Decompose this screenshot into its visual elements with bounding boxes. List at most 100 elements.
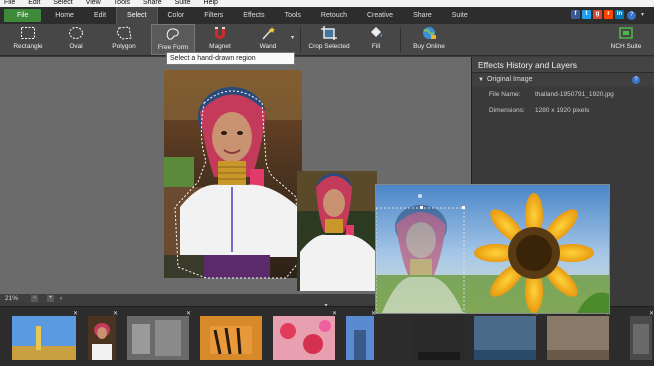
twitter-icon[interactable]: t [582,10,591,19]
thumbnail-10[interactable]: ✕ [630,311,654,360]
thumbnail-9[interactable]: ✕ [547,311,611,360]
tab-select[interactable]: Select [116,7,158,24]
rectangle-button[interactable]: Rectangle [8,24,48,55]
magnet-icon [215,27,225,39]
polygon-select-icon [116,26,132,40]
polygon-label: Polygon [112,43,136,50]
thumbnail-7[interactable] [414,316,464,360]
menu-share[interactable]: Share [143,0,162,6]
tab-edit[interactable]: Edit [84,7,116,24]
scroll-left-icon[interactable]: ‹ [60,294,62,303]
polygon-button[interactable]: Polygon [104,24,144,55]
nch-suite-icon [619,27,633,39]
select-toolbar: Rectangle Oval Polygon Free Form Magnet … [0,24,654,56]
tab-color[interactable]: Color [158,7,195,24]
file-name-row: File Name: thailand-1950791_1920.jpg [472,87,654,103]
rectangle-label: Rectangle [13,43,43,50]
toolbar-divider [400,27,401,52]
tab-home[interactable]: Home [45,7,84,24]
thumbnail-1[interactable]: ✕ [12,311,78,360]
thumbnail-3[interactable]: ✕ [127,311,191,360]
tab-share[interactable]: Share [403,7,442,24]
thumbnail-2[interactable]: ✕ [88,311,118,360]
magnet-button[interactable]: Magnet [200,24,240,55]
menu-help[interactable]: Help [204,0,218,6]
tab-creative[interactable]: Creative [357,7,403,24]
photo-editor-window: File Edit Select View Tools Share Suite … [0,0,654,366]
paint-bucket-icon [371,27,383,37]
buy-online-button[interactable]: Buy Online [405,24,453,55]
expand-triangle-icon[interactable]: ▼ [478,77,484,83]
fill-label: Fill [371,43,381,50]
nch-suite-label: NCH Suite [610,43,642,50]
tab-tools[interactable]: Tools [275,7,311,24]
dimensions-row: Dimensions: 1280 x 1920 pixels [472,103,654,119]
wand-dropdown-icon[interactable]: ▾ [291,34,294,41]
tab-file[interactable]: File [4,9,42,22]
linkedin-icon[interactable]: in [615,10,624,19]
help-icon[interactable]: ? [627,11,636,20]
original-image-node[interactable]: ▼ Original Image ? [472,73,654,87]
chevron-down-icon[interactable]: ▾ [641,11,644,18]
tooltip: Select a hand-drawn region [166,52,295,65]
close-icon[interactable]: ✕ [113,310,118,317]
nch-suite-button[interactable]: NCH Suite [604,24,648,55]
dimensions-label: Dimensions: [489,107,525,114]
dimensions-value: 1280 x 1920 pixels [535,107,590,114]
ribbon-tab-bar: File Home Edit Select Color Filters Effe… [0,7,654,24]
thumbnail-6[interactable]: ✕ [346,311,376,360]
overlay-composite [376,185,609,313]
buy-online-label: Buy Online [413,43,445,50]
free-form-button[interactable]: Free Form [151,24,195,55]
menu-suite[interactable]: Suite [175,0,191,6]
close-icon[interactable]: ✕ [649,310,654,317]
magnet-label: Magnet [209,43,231,50]
panel-title: Effects History and Layers [472,57,654,73]
zoom-out-button[interactable]: − [31,295,38,302]
file-name-value: thailand-1950791_1920.jpg [535,91,614,98]
menu-select[interactable]: Select [53,0,72,6]
wand-label: Wand [259,43,277,50]
google-icon[interactable]: g [593,10,602,19]
free-form-label: Free Form [157,44,189,51]
floating-image-layer[interactable] [375,184,610,314]
main-photo [164,70,302,279]
tab-effects[interactable]: Effects [233,7,274,24]
image-filmstrip: ✕ ✕ ✕ ✕ ✕ ✕ ✕ ✕ [0,306,654,366]
crop-selected-button[interactable]: Crop Selected [306,24,352,55]
menu-file[interactable]: File [4,0,15,6]
original-image-label: Original Image [486,76,533,83]
thumbnail-4[interactable] [200,316,262,360]
thumbnail-8[interactable]: ✕ [474,311,538,360]
rectangle-select-icon [21,27,35,39]
facebook-icon[interactable]: f [571,10,580,19]
second-photo [297,171,377,291]
close-icon[interactable]: ✕ [73,310,78,317]
wand-button[interactable]: Wand [248,24,288,55]
oval-button[interactable]: Oval [56,24,96,55]
tab-retouch[interactable]: Retouch [311,7,357,24]
oval-select-icon [69,27,83,39]
toolbar-divider [300,27,301,52]
free-form-select-icon [166,28,179,40]
menu-edit[interactable]: Edit [28,0,40,6]
zoom-in-button[interactable]: + [47,295,54,302]
thumbnail-5[interactable]: ✕ [273,311,337,360]
help-icon[interactable]: ? [632,76,640,84]
tab-suite[interactable]: Suite [442,7,478,24]
close-icon[interactable]: ✕ [186,310,191,317]
social-links: f t g r in [571,10,624,19]
menu-tools[interactable]: Tools [114,0,130,6]
file-name-label: File Name: [489,91,521,98]
zoom-level: 21% [5,295,19,302]
close-icon[interactable]: ✕ [332,310,337,317]
menu-view[interactable]: View [86,0,101,6]
tab-filters[interactable]: Filters [194,7,233,24]
menu-bar: File Edit Select View Tools Share Suite … [0,0,654,7]
crop-icon [321,26,337,40]
reddit-icon[interactable]: r [604,10,613,19]
fill-button[interactable]: Fill [357,24,395,55]
oval-label: Oval [69,43,83,50]
globe-cart-icon [423,27,436,39]
magic-wand-icon [262,27,275,40]
